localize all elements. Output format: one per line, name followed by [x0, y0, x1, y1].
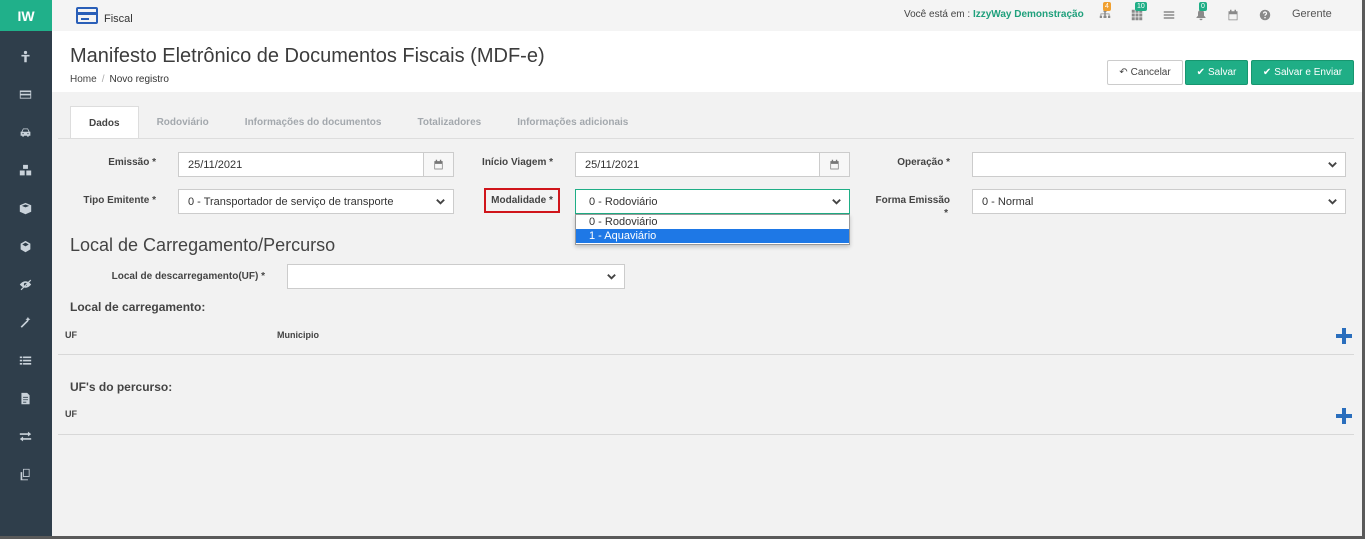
- forma-emissao-label: Forma Emissão *: [870, 195, 950, 219]
- help-icon[interactable]: [1258, 8, 1272, 22]
- operacao-label: Operação *: [897, 157, 950, 168]
- calendar-icon[interactable]: [423, 153, 453, 176]
- tab-bar: Dados Rodoviário Informações do document…: [70, 106, 646, 139]
- add-percurso-icon[interactable]: [1335, 407, 1353, 425]
- operacao-select[interactable]: [972, 152, 1346, 177]
- app-logo[interactable]: IW: [0, 0, 52, 31]
- emissao-value: 25/11/2021: [188, 158, 243, 171]
- tipo-emitente-label: Tipo Emitente *: [83, 195, 156, 206]
- boxes-icon[interactable]: [17, 162, 33, 178]
- col-municipio: Municipio: [277, 330, 319, 340]
- tab-informacoes-adicionais[interactable]: Informações adicionais: [499, 106, 646, 139]
- save-and-send-label: Salvar e Enviar: [1274, 67, 1343, 78]
- save-button[interactable]: ✔ Salvar: [1185, 60, 1248, 85]
- copy-icon[interactable]: [17, 466, 33, 482]
- add-carregamento-icon[interactable]: [1335, 327, 1353, 345]
- exchange-icon[interactable]: [17, 428, 33, 444]
- forma-emissao-select[interactable]: 0 - Normal: [972, 189, 1346, 214]
- descarregamento-label: Local de descarregamento(UF) *: [111, 271, 265, 282]
- inicio-viagem-label: Início Viagem *: [482, 157, 553, 168]
- list-icon[interactable]: [17, 352, 33, 368]
- breadcrumb-current: Novo registro: [109, 74, 169, 85]
- tipo-emitente-value: 0 - Transportador de serviço de transpor…: [188, 195, 394, 208]
- inicio-viagem-date-field[interactable]: 25/11/2021: [575, 152, 850, 177]
- org-chart-icon[interactable]: 4: [1098, 2, 1112, 22]
- tab-dados[interactable]: Dados: [70, 106, 139, 139]
- fiscal-card-icon: [76, 6, 98, 24]
- module-indicator[interactable]: Fiscal: [76, 5, 133, 25]
- app-frame: IW Fiscal Você está em : IzzyWay Demonst…: [0, 0, 1362, 536]
- cancel-button[interactable]: ↶ Cancelar: [1107, 60, 1183, 85]
- forma-emissao-value: 0 - Normal: [982, 195, 1034, 208]
- save-and-send-button[interactable]: ✔ Salvar e Enviar: [1251, 60, 1354, 85]
- chevron-down-icon: [435, 196, 447, 208]
- grid-icon[interactable]: 10: [1130, 2, 1147, 22]
- bell-icon[interactable]: 0: [1194, 2, 1208, 22]
- breadcrumb: Home / Novo registro: [70, 74, 169, 85]
- chevron-down-icon: [1327, 159, 1339, 171]
- calendar-icon[interactable]: [1226, 8, 1240, 22]
- modalidade-value: 0 - Rodoviário: [589, 195, 658, 208]
- company-name[interactable]: IzzyWay Demonstração: [973, 9, 1084, 20]
- cube-icon[interactable]: [17, 238, 33, 254]
- emissao-label: Emissão *: [108, 157, 156, 168]
- eye-slash-icon[interactable]: [17, 276, 33, 292]
- tab-divider: [58, 138, 1354, 139]
- company-prefix: Você está em :: [904, 9, 971, 20]
- percurso-col-uf: UF: [65, 409, 77, 419]
- user-menu[interactable]: Gerente: [1292, 8, 1332, 20]
- grid-badge: 10: [1135, 2, 1147, 11]
- percurso-divider: [58, 434, 1354, 435]
- modalidade-option[interactable]: 0 - Rodoviário: [576, 215, 849, 229]
- check-icon: ✔: [1196, 67, 1206, 78]
- list-icon[interactable]: [1162, 8, 1176, 22]
- module-label: Fiscal: [104, 13, 133, 25]
- chevron-down-icon: [606, 271, 618, 283]
- tab-informacoes-documentos[interactable]: Informações do documentos: [227, 106, 400, 139]
- modalidade-select[interactable]: 0 - Rodoviário: [575, 189, 850, 214]
- card-icon[interactable]: [17, 86, 33, 102]
- modalidade-dropdown: 0 - Rodoviário 1 - Aquaviário: [575, 214, 850, 245]
- bell-badge: 0: [1199, 2, 1207, 11]
- person-icon[interactable]: [17, 48, 33, 64]
- breadcrumb-home[interactable]: Home: [70, 74, 97, 85]
- forma-emissao-text: Forma Emissão: [875, 195, 950, 206]
- chevron-down-icon: [831, 196, 843, 208]
- tipo-emitente-select[interactable]: 0 - Transportador de serviço de transpor…: [178, 189, 454, 214]
- modalidade-label-highlight: Modalidade *: [484, 188, 560, 213]
- section-title-local: Local de Carregamento/Percurso: [70, 235, 336, 255]
- carregamento-title: Local de carregamento:: [70, 300, 206, 314]
- company-indicator: Você está em : IzzyWay Demonstração: [904, 9, 1084, 20]
- document-icon[interactable]: [17, 390, 33, 406]
- sidebar: IW: [0, 0, 52, 536]
- org-chart-badge: 4: [1103, 2, 1111, 11]
- emissao-date-field[interactable]: 25/11/2021: [178, 152, 454, 177]
- carregamento-divider: [58, 354, 1354, 355]
- modalidade-label: Modalidade *: [491, 195, 553, 206]
- descarregamento-select[interactable]: [287, 264, 625, 289]
- check-circle-icon: ✔: [1262, 67, 1272, 78]
- tab-rodoviario[interactable]: Rodoviário: [139, 106, 227, 139]
- box-icon[interactable]: [17, 200, 33, 216]
- forma-emissao-required: *: [944, 208, 948, 219]
- breadcrumb-separator: /: [101, 74, 105, 85]
- chevron-down-icon: [1327, 196, 1339, 208]
- undo-icon: ↶: [1119, 67, 1128, 78]
- car-icon[interactable]: [17, 124, 33, 140]
- percurso-title: UF's do percurso:: [70, 380, 173, 394]
- page-title: Manifesto Eletrônico de Documentos Fisca…: [70, 45, 545, 67]
- magic-wand-icon[interactable]: [17, 314, 33, 330]
- inicio-viagem-value: 25/11/2021: [585, 158, 640, 171]
- col-uf: UF: [65, 330, 77, 340]
- save-label: Salvar: [1208, 67, 1237, 78]
- tab-totalizadores[interactable]: Totalizadores: [399, 106, 499, 139]
- topbar: Fiscal Você está em : IzzyWay Demonstraç…: [52, 0, 1362, 31]
- calendar-icon[interactable]: [819, 153, 849, 176]
- cancel-label: Cancelar: [1130, 67, 1171, 78]
- modalidade-option-selected[interactable]: 1 - Aquaviário: [576, 229, 849, 243]
